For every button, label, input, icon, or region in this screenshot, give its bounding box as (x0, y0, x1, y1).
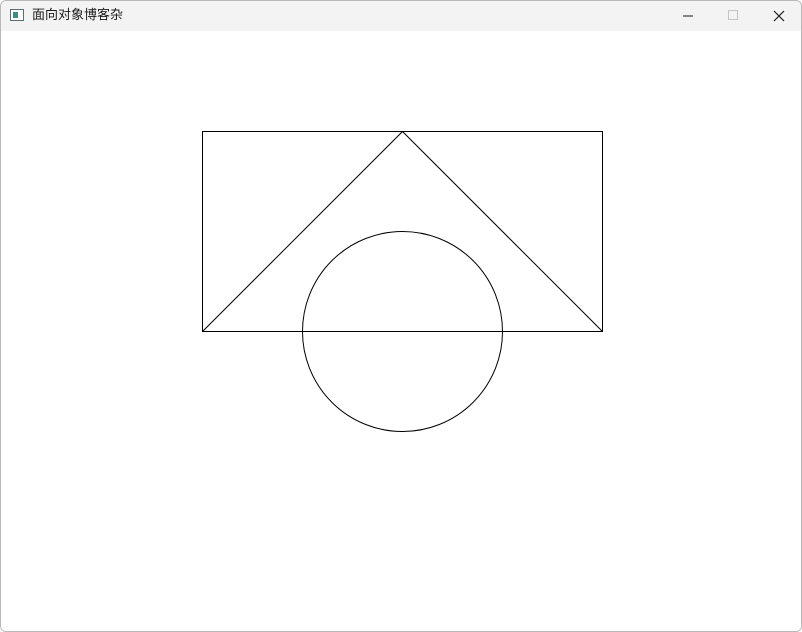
close-icon (773, 10, 785, 22)
drawing-canvas[interactable] (1, 31, 801, 631)
minimize-icon (683, 15, 693, 17)
minimize-button[interactable] (665, 1, 711, 31)
drawing-surface (202, 130, 603, 432)
maximize-button[interactable] (710, 1, 756, 31)
title-bar[interactable]: 面向对象博客杂 (1, 1, 801, 31)
maximize-icon (728, 10, 738, 20)
app-icon (10, 9, 24, 21)
window-title: 面向对象博客杂 (32, 8, 124, 23)
app-window: 面向对象博客杂 (0, 0, 802, 632)
close-button[interactable] (755, 1, 801, 31)
